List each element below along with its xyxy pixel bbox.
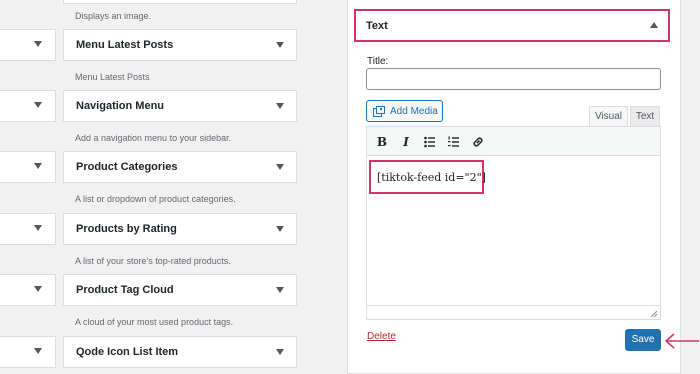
chevron-down-icon[interactable]: [34, 286, 42, 292]
chevron-down-icon[interactable]: [34, 225, 42, 231]
shortcode-highlight: [tiktok-feed id="2"]: [369, 160, 486, 194]
widget-products-by-rating[interactable]: Products by Rating: [63, 213, 297, 245]
widget-title: Navigation Menu: [76, 100, 165, 112]
widget-title: Qode Icon List Item: [76, 346, 179, 358]
chevron-down-icon[interactable]: [276, 226, 284, 232]
widget-description: A list of your store's top-rated product…: [75, 256, 231, 266]
widget-description: A cloud of your most used product tags.: [75, 317, 234, 327]
widget-title: Product Categories: [76, 161, 178, 173]
widget-description: Add a navigation menu to your sidebar.: [75, 133, 232, 143]
chevron-up-icon[interactable]: [650, 22, 658, 28]
widget-stub-5[interactable]: [0, 274, 56, 306]
widget-product-categories[interactable]: Product Categories: [63, 151, 297, 183]
numbered-list-icon[interactable]: [446, 134, 462, 150]
add-media-label: Add Media: [390, 105, 438, 117]
chevron-down-icon[interactable]: [276, 349, 284, 355]
editor-content-area[interactable]: [tiktok-feed id="2"]: [367, 157, 660, 305]
widget-title: Products by Rating: [76, 223, 177, 235]
editor-status-bar: [367, 305, 660, 319]
widget-description: Displays an image.: [75, 11, 152, 21]
resize-handle-icon[interactable]: [650, 310, 657, 317]
content-editor[interactable]: B I [tiktok-feed id="2"]: [366, 126, 661, 320]
pointer-arrow-icon: [665, 333, 699, 349]
text-widget-title: Text: [366, 20, 388, 32]
tab-visual[interactable]: Visual: [589, 106, 628, 126]
editor-toolbar: B I: [367, 127, 660, 156]
title-input[interactable]: [366, 68, 661, 90]
save-button[interactable]: Save: [625, 329, 661, 351]
bulleted-list-icon[interactable]: [422, 134, 438, 150]
chevron-down-icon[interactable]: [276, 287, 284, 293]
widget-image-bottom[interactable]: [63, 0, 297, 4]
widget-qode-icon-list-item[interactable]: Qode Icon List Item: [63, 336, 297, 368]
widget-product-tag-cloud[interactable]: Product Tag Cloud: [63, 274, 297, 306]
widget-title: Product Tag Cloud: [76, 284, 174, 296]
chevron-down-icon[interactable]: [276, 42, 284, 48]
chevron-down-icon[interactable]: [276, 164, 284, 170]
link-icon[interactable]: [470, 134, 486, 150]
widget-title: Menu Latest Posts: [76, 39, 174, 51]
chevron-down-icon[interactable]: [276, 103, 284, 109]
chevron-down-icon[interactable]: [34, 163, 42, 169]
widget-stub-4[interactable]: [0, 213, 56, 245]
add-media-button[interactable]: Add Media: [366, 100, 443, 122]
widget-navigation-menu[interactable]: Navigation Menu: [63, 90, 297, 122]
chevron-down-icon[interactable]: [34, 41, 42, 47]
italic-button[interactable]: I: [398, 134, 414, 150]
widget-stub-3[interactable]: [0, 151, 56, 183]
delete-link[interactable]: Delete: [367, 331, 396, 342]
widget-stub-6[interactable]: [0, 336, 56, 368]
widget-description: Menu Latest Posts: [75, 72, 150, 82]
chevron-down-icon[interactable]: [34, 102, 42, 108]
widget-menu-latest-posts[interactable]: Menu Latest Posts: [63, 29, 297, 61]
bold-button[interactable]: B: [374, 134, 390, 150]
widget-description: A list or dropdown of product categories…: [75, 194, 236, 204]
add-media-icon: [373, 105, 385, 117]
chevron-down-icon[interactable]: [34, 348, 42, 354]
widget-stub-1[interactable]: [0, 29, 56, 61]
shortcode-text: [tiktok-feed id="2"]: [377, 171, 486, 184]
title-label: Title:: [367, 56, 389, 67]
widget-stub-2[interactable]: [0, 90, 56, 122]
text-widget-header[interactable]: Text: [354, 9, 670, 42]
tab-text[interactable]: Text: [630, 106, 660, 126]
